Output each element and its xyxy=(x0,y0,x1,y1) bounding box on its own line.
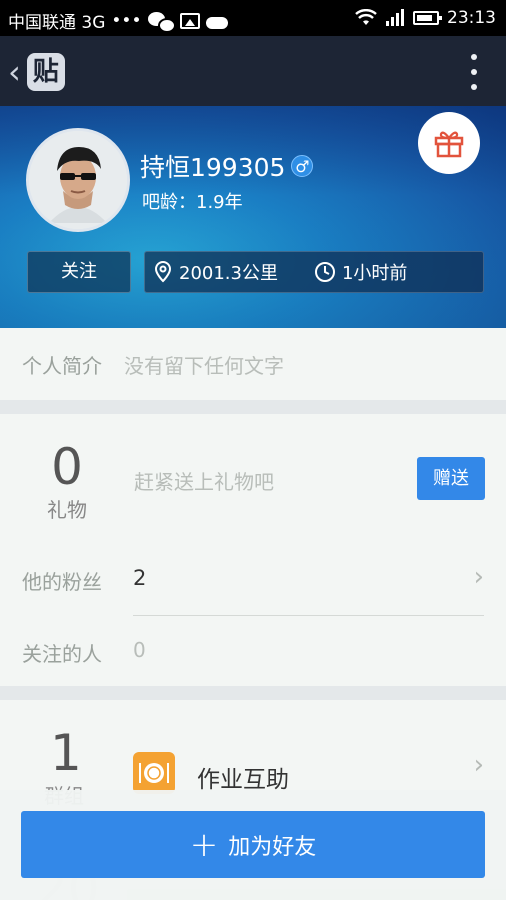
profile-header: 持恒199305 ♂ 吧龄：1.9年 关注 2001.3公里 1小时前 xyxy=(0,106,506,328)
following-row[interactable]: 关注的人 0 xyxy=(0,616,506,686)
follow-button[interactable]: 关注 xyxy=(27,251,131,293)
bio-row: 个人简介 没有留下任何文字 xyxy=(0,328,506,400)
tieba-logo: 贴 xyxy=(26,53,65,91)
location-activity-pill: 2001.3公里 1小时前 xyxy=(144,251,484,293)
add-friend-button[interactable]: + 加为好友 xyxy=(21,811,485,878)
username: 持恒199305 ♂ xyxy=(140,148,314,184)
last-active-text: 1小时前 xyxy=(341,263,408,284)
section-divider xyxy=(0,686,506,700)
gift-count: 0 礼物 xyxy=(28,440,106,523)
weather-cloud-icon xyxy=(205,16,228,29)
app-bar: ‹ 贴 xyxy=(0,36,506,106)
status-bar: 中国联通 3G ••• 23:13 xyxy=(0,0,506,36)
stats-card: 0 礼物 赶紧送上礼物吧 赠送 他的粉丝 2 › 关注的人 0 xyxy=(0,414,506,686)
chevron-right-icon: › xyxy=(473,562,484,592)
plate-icon xyxy=(133,752,175,794)
signal-icon xyxy=(386,9,404,26)
following-count: 0 xyxy=(133,638,146,662)
username-text: 持恒199305 xyxy=(140,153,286,182)
bottom-action-bar: + 加为好友 xyxy=(0,790,506,900)
back-button[interactable]: ‹ 贴 xyxy=(8,52,78,92)
give-gift-button[interactable]: 赠送 xyxy=(417,457,485,500)
chevron-left-icon: ‹ xyxy=(8,53,21,91)
male-gender-icon: ♂ xyxy=(291,155,314,177)
gift-count-label: 礼物 xyxy=(47,498,87,522)
fans-label: 他的粉丝 xyxy=(22,570,102,594)
section-divider xyxy=(0,400,506,414)
plus-icon: + xyxy=(189,824,219,865)
bio-label: 个人简介 xyxy=(22,353,102,378)
gift-icon xyxy=(434,131,464,158)
picture-icon xyxy=(179,12,200,29)
battery-icon xyxy=(413,11,442,25)
bio-value: 没有留下任何文字 xyxy=(124,353,284,378)
notification-dots: ••• xyxy=(111,10,142,31)
group-count-number: 1 xyxy=(50,724,82,782)
chevron-right-icon[interactable]: › xyxy=(474,750,484,780)
clock-text: 23:13 xyxy=(447,8,496,28)
menu-dot xyxy=(471,69,477,75)
gift-count-number: 0 xyxy=(51,438,83,496)
menu-dot xyxy=(471,84,477,90)
clock-icon xyxy=(314,262,335,282)
menu-dot xyxy=(471,54,477,60)
add-friend-label: 加为好友 xyxy=(228,834,317,860)
overflow-menu-button[interactable] xyxy=(464,54,484,90)
fans-count: 2 xyxy=(133,566,147,590)
gift-prompt: 赶紧送上礼物吧 xyxy=(134,470,274,494)
location-pin-icon xyxy=(154,261,172,283)
carrier-text: 中国联通 3G xyxy=(8,13,106,33)
wechat-icon xyxy=(147,11,176,33)
wifi-icon xyxy=(355,9,377,25)
gift-button[interactable] xyxy=(418,112,480,174)
bar-age: 吧龄：1.9年 xyxy=(142,192,243,213)
avatar[interactable] xyxy=(26,128,130,232)
group-item-name[interactable]: 作业互助 xyxy=(197,760,289,794)
distance-info: 2001.3公里 xyxy=(153,259,278,285)
fans-row[interactable]: 他的粉丝 2 › xyxy=(0,542,506,616)
distance-text: 2001.3公里 xyxy=(179,263,278,284)
following-label: 关注的人 xyxy=(22,642,102,666)
avatar-photo xyxy=(29,131,127,229)
last-active-info: 1小时前 xyxy=(314,259,407,285)
